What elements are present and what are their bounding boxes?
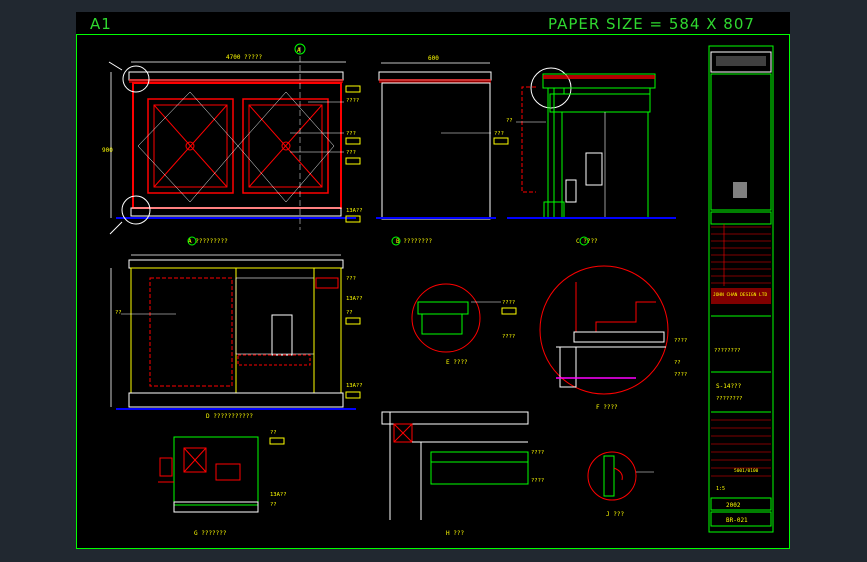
svg-text:??: ?? xyxy=(115,310,122,316)
view-title-g: G ??????? xyxy=(194,530,227,537)
dim-top-text: 4700 ????? xyxy=(226,54,263,61)
drawing-number-2: ???????? xyxy=(716,396,743,402)
note-f-2: ?? xyxy=(674,360,681,366)
dim-side-text: 900 xyxy=(102,147,113,154)
year-text: 2002 xyxy=(726,502,741,509)
note-sec-2: ???? xyxy=(531,478,544,484)
title-block[interactable]: JOHN CHAN DESIGN LTD ???????? S-14??? ??… xyxy=(708,45,774,533)
view-title-b: B ???????? xyxy=(396,238,433,245)
drawing-title: ???????? xyxy=(714,348,741,354)
plan-view[interactable]: ?? 13A?? ?? G ??????? xyxy=(158,430,287,537)
note-int-2: 13A?? xyxy=(346,296,363,302)
view-title-e: E ???? xyxy=(446,359,468,366)
view-title-d: D ??????????? xyxy=(206,413,253,420)
note-f-1: ???? xyxy=(674,338,687,344)
svg-text:??: ?? xyxy=(506,118,513,124)
revision-text: 5001/0100 xyxy=(734,468,759,474)
note-sec-1: ???? xyxy=(531,450,544,456)
interior-elevation[interactable]: ?? ??? 13A?? ?? 13A?? D ??????????? xyxy=(110,254,363,420)
note-int-1: ??? xyxy=(346,276,356,282)
drawing-sheet[interactable]: A1 PAPER SIZE = 584 X 807 4700 ????? A 9… xyxy=(76,12,790,549)
sheet-number: BR-021 xyxy=(726,517,748,524)
detail-f[interactable]: ???? ?? ???? F ???? xyxy=(539,265,687,411)
note-f-3: ???? xyxy=(674,372,687,378)
view-title-f: F ???? xyxy=(596,404,618,411)
note-3: ??? xyxy=(346,150,356,156)
scale-text: 1:5 xyxy=(716,486,725,492)
cad-canvas[interactable]: 4700 ????? A 900 ???? ??? ??? 13A?? A ??… xyxy=(76,12,790,549)
dim-side-top: 600 xyxy=(428,55,439,62)
view-title-h: H ??? xyxy=(446,530,464,537)
note-plan-1: ?? xyxy=(270,430,277,436)
section-view[interactable]: ?? C ???? xyxy=(506,67,676,246)
bottom-section[interactable]: ???? ???? H ??? xyxy=(381,411,544,537)
detail-e[interactable]: ???? ???? E ???? xyxy=(411,283,517,366)
detail-j[interactable]: J ??? xyxy=(587,451,654,518)
note-1: ???? xyxy=(346,98,359,104)
svg-text:A: A xyxy=(297,47,301,54)
note-plan-3: ?? xyxy=(270,502,277,508)
note-int-4: 13A?? xyxy=(346,383,363,389)
note-e-2: ???? xyxy=(502,334,515,340)
front-elevation[interactable]: 4700 ????? A 900 ???? ??? ??? 13A?? A ??… xyxy=(102,43,363,246)
side-elevation[interactable]: 600 ??? B ???????? xyxy=(376,55,509,246)
note-4: 13A?? xyxy=(346,208,363,214)
drawing-number: S-14??? xyxy=(716,383,742,390)
note-plan-2: 13A?? xyxy=(270,492,287,498)
note-side: ??? xyxy=(494,131,504,137)
view-title-j: J ??? xyxy=(606,511,624,518)
note-2: ??? xyxy=(346,131,356,137)
note-e-1: ???? xyxy=(502,300,515,306)
company-name: JOHN CHAN DESIGN LTD xyxy=(713,292,767,298)
note-int-3: ?? xyxy=(346,310,353,316)
